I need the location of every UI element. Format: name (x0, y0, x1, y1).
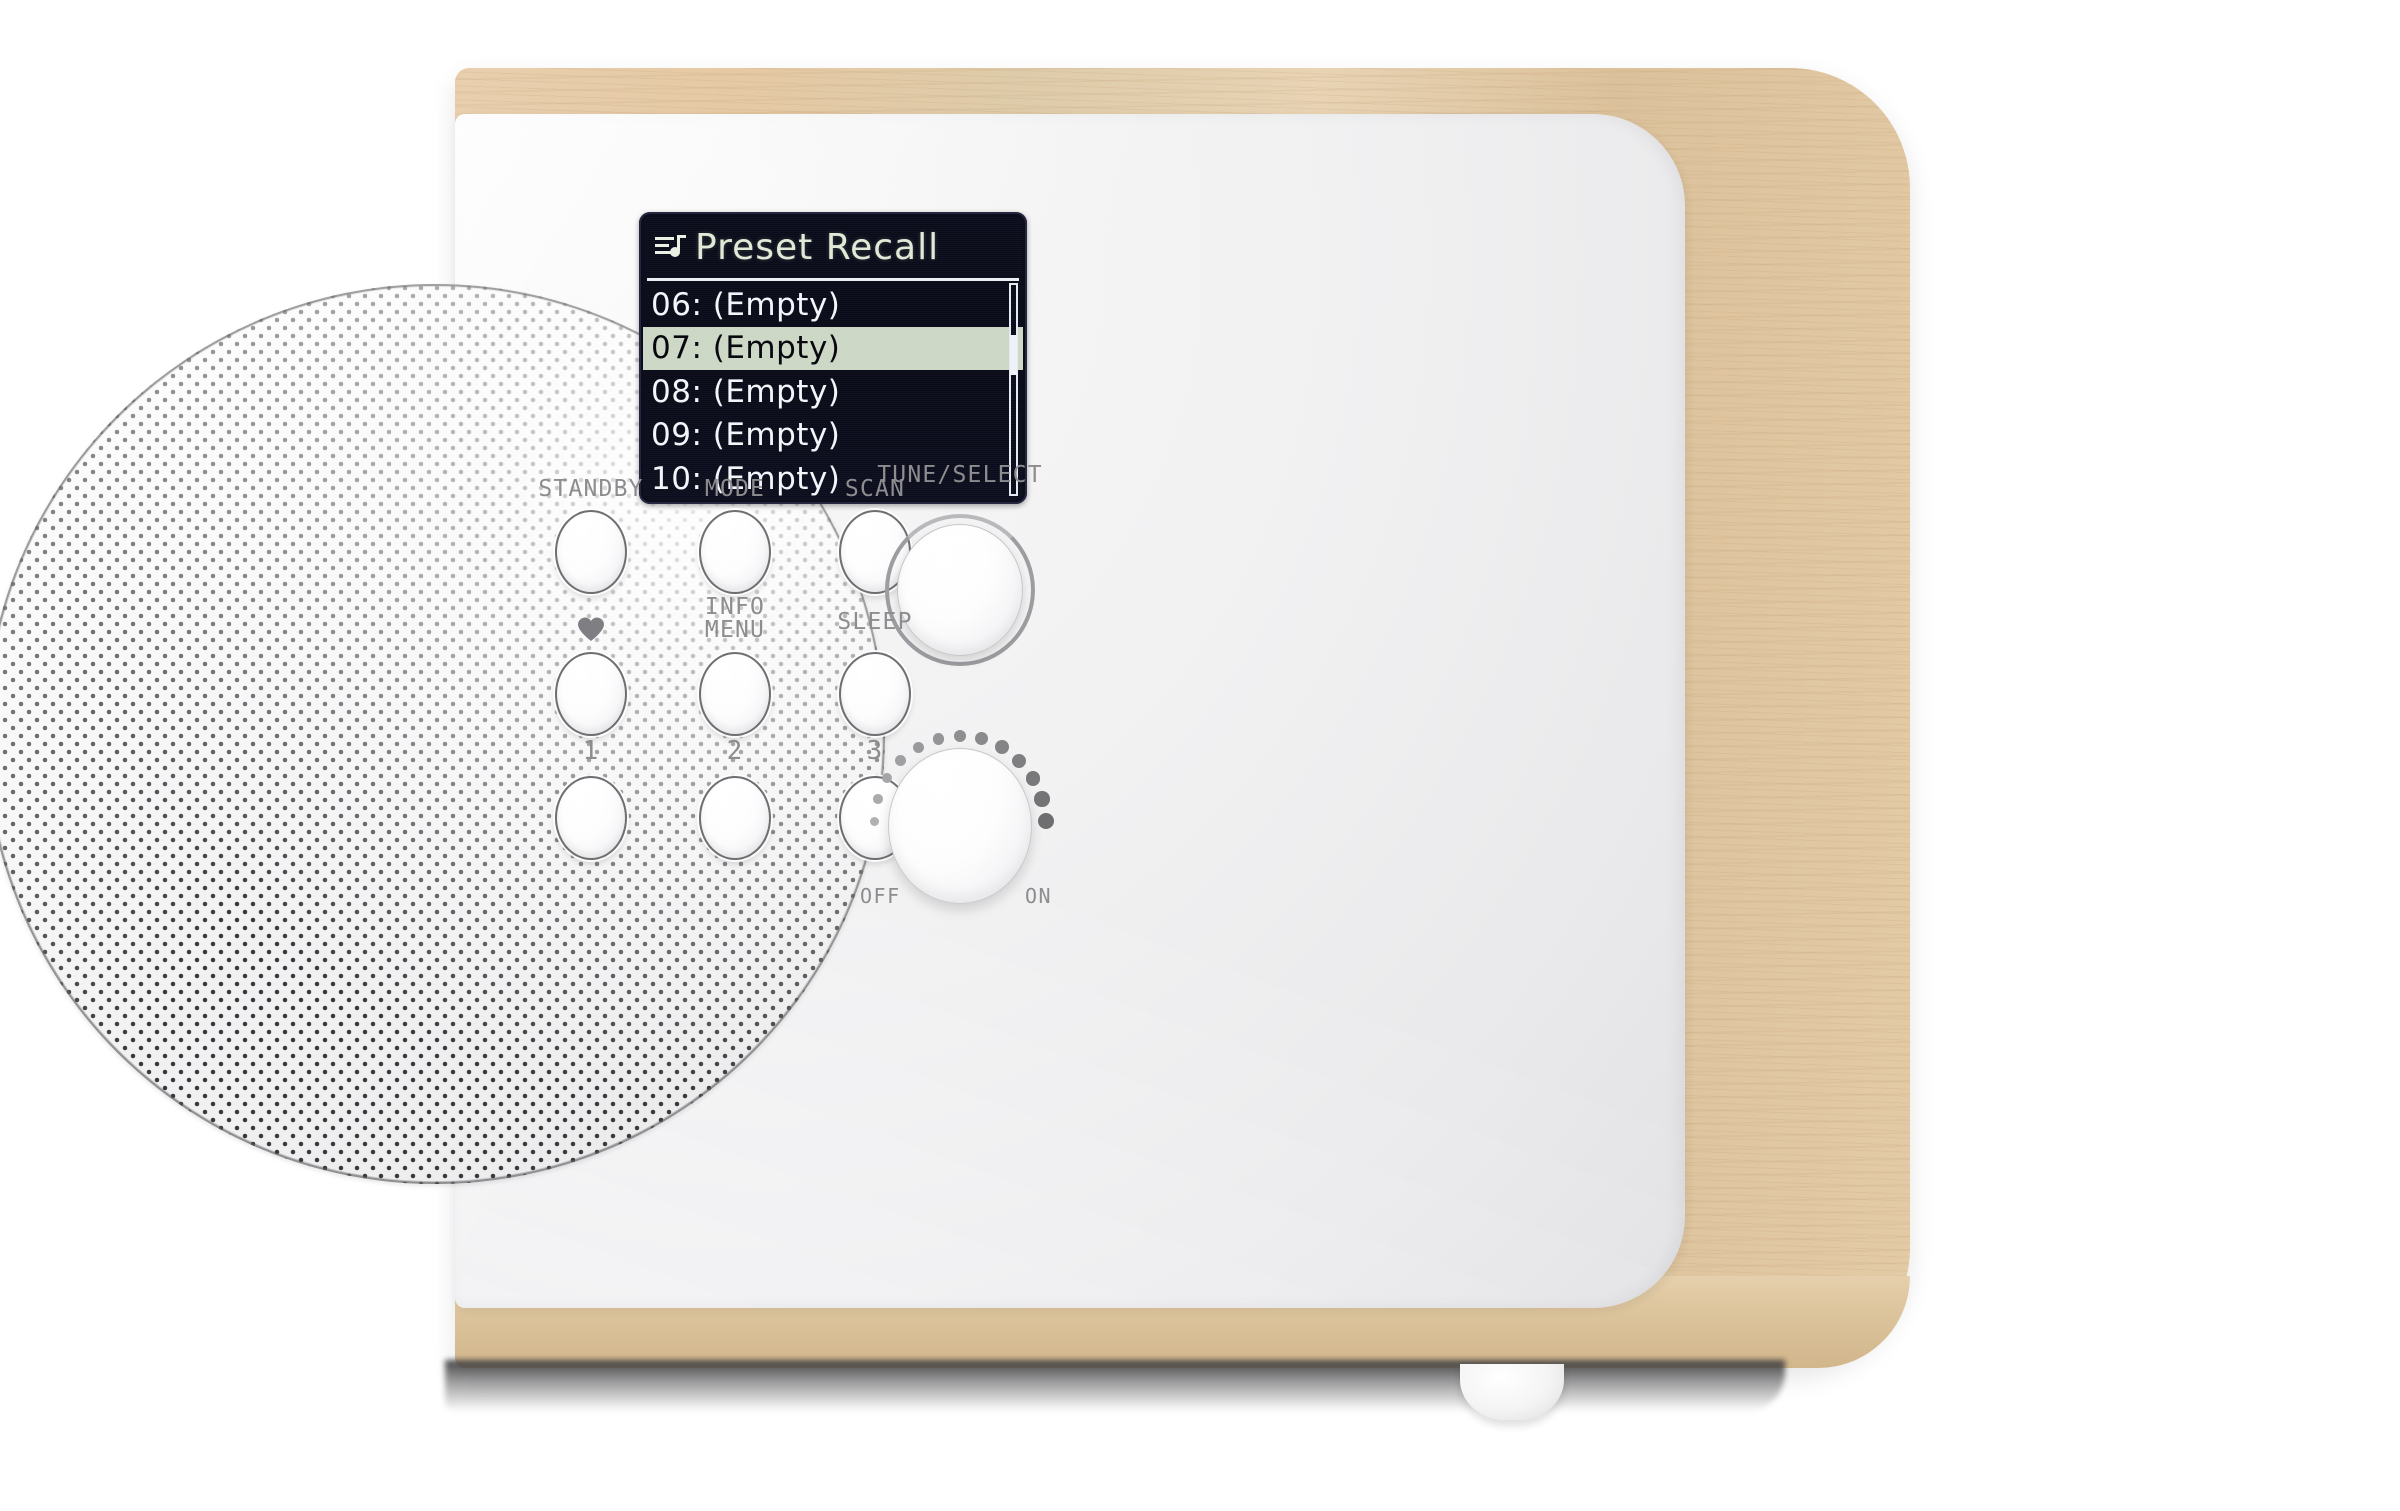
sleep-button-label: SLEEP (837, 609, 913, 635)
lcd-title-bar: Preset Recall (643, 216, 1023, 278)
volume-tick-dot (895, 755, 907, 767)
volume-tick-dot (869, 816, 879, 826)
volume-off-label: OFF (860, 884, 901, 908)
sleep-button[interactable] (839, 652, 911, 736)
tune-select-knob-label: TUNE/SELECT (877, 462, 1043, 488)
preset-1-button-label: 1 (582, 736, 600, 766)
preset-2-button-label: 2 (726, 736, 744, 766)
list-item[interactable]: 09: (Empty) (643, 414, 1023, 458)
info-label-line-2: MENU (704, 617, 766, 644)
info-label-line-1: INFO (704, 594, 766, 620)
lcd-screen[interactable]: Preset Recall 06: (Empty) 07: (Empty) 08… (643, 216, 1023, 500)
volume-tick-dot (873, 794, 883, 804)
volume-tick-dot (994, 740, 1009, 755)
volume-tick-dot (1034, 791, 1050, 807)
lcd-bezel: Preset Recall 06: (Empty) 07: (Empty) 08… (639, 212, 1027, 504)
volume-tick-dot (1037, 813, 1054, 830)
standby-button[interactable] (555, 510, 627, 594)
standby-button-label: STANDBY (538, 476, 644, 502)
tune-knob-cap[interactable] (897, 524, 1023, 656)
list-item[interactable]: 08: (Empty) (643, 370, 1023, 414)
volume-tick-dot (974, 732, 989, 746)
lcd-title-text: Preset Recall (695, 226, 940, 268)
volume-tick-dot (1012, 753, 1027, 768)
playlist-music-icon (655, 234, 687, 260)
info-menu-button-label: INFO MENU (704, 594, 766, 644)
mode-button-label: MODE (704, 476, 766, 502)
volume-tick-dot (1025, 770, 1041, 786)
mode-button[interactable] (699, 510, 771, 594)
volume-knob-cap[interactable] (888, 748, 1032, 904)
volume-knob[interactable] (869, 729, 1054, 904)
volume-tick-dot (932, 732, 945, 745)
lcd-scrollbar-thumb[interactable] (1010, 335, 1017, 375)
preset-1-button[interactable] (555, 776, 627, 860)
lcd-title-divider (647, 278, 1019, 281)
list-item[interactable]: 06: (Empty) (643, 283, 1023, 327)
volume-tick-dot (953, 729, 967, 743)
list-item-selected[interactable]: 07: (Empty) (643, 326, 1023, 370)
volume-tick-dot (912, 741, 924, 753)
volume-tick-dot (881, 773, 893, 784)
preset-2-button[interactable] (699, 776, 771, 860)
cabinet-drop-shadow (445, 1360, 1785, 1412)
volume-on-label: ON (1025, 884, 1053, 908)
info-menu-button[interactable] (699, 652, 771, 736)
tune-select-knob[interactable] (885, 514, 1035, 666)
favourite-button[interactable] (555, 652, 627, 736)
heart-icon (577, 616, 605, 642)
dab-radio-device: dab (0, 68, 1910, 1420)
front-panel: dab (0, 114, 1685, 1308)
